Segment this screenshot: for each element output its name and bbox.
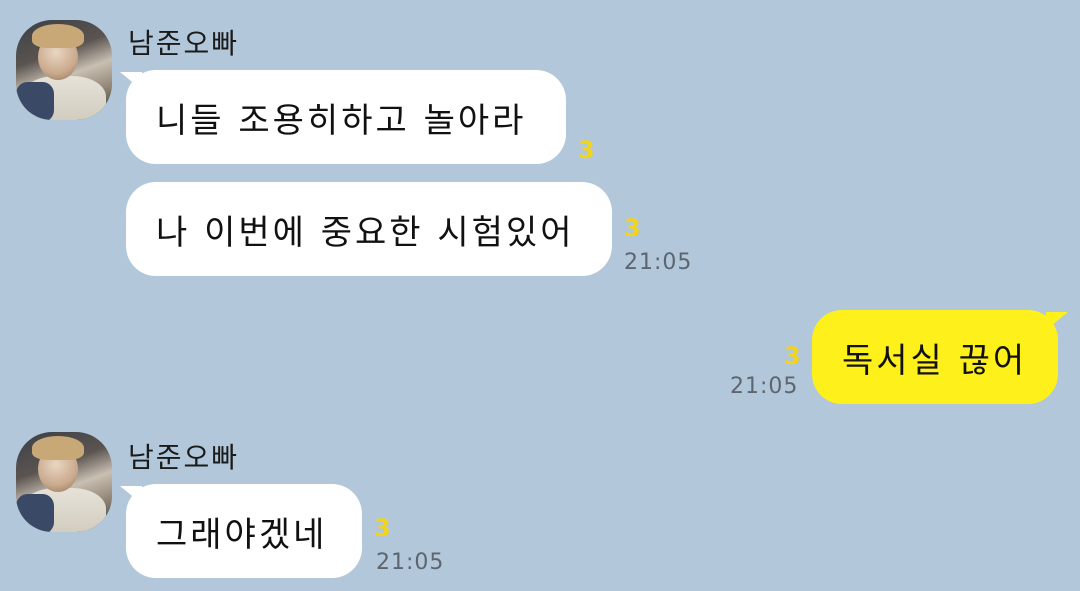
message-text: 나 이번에 중요한 시험있어: [156, 212, 575, 253]
bubble-tail: [1046, 312, 1068, 330]
message-text: 독서실 끊어: [842, 340, 1028, 381]
unread-count: 3: [374, 514, 391, 542]
message-timestamp: 21:05: [624, 250, 693, 275]
message-bubble[interactable]: 독서실 끊어: [812, 310, 1058, 404]
message-timestamp: 21:05: [730, 374, 799, 399]
avatar-photo-arm: [16, 494, 54, 532]
message-text: 니들 조용히하고 놀아라: [156, 100, 527, 141]
sender-name: 남준오빠: [128, 27, 240, 60]
avatar-photo-hair: [32, 436, 84, 460]
avatar-photo-arm: [16, 82, 54, 120]
message-timestamp: 21:05: [376, 550, 445, 575]
message-bubble[interactable]: 니들 조용히하고 놀아라: [126, 70, 566, 164]
message-text: 그래야겠네: [156, 514, 328, 555]
sender-name: 남준오빠: [128, 441, 240, 474]
message-bubble[interactable]: 나 이번에 중요한 시험있어: [126, 182, 612, 276]
unread-count: 3: [578, 136, 595, 164]
avatar[interactable]: [16, 20, 112, 120]
unread-count: 3: [784, 342, 801, 370]
unread-count: 3: [624, 214, 641, 242]
message-bubble[interactable]: 그래야겠네: [126, 484, 362, 578]
avatar[interactable]: [16, 432, 112, 532]
avatar-photo-hair: [32, 24, 84, 48]
